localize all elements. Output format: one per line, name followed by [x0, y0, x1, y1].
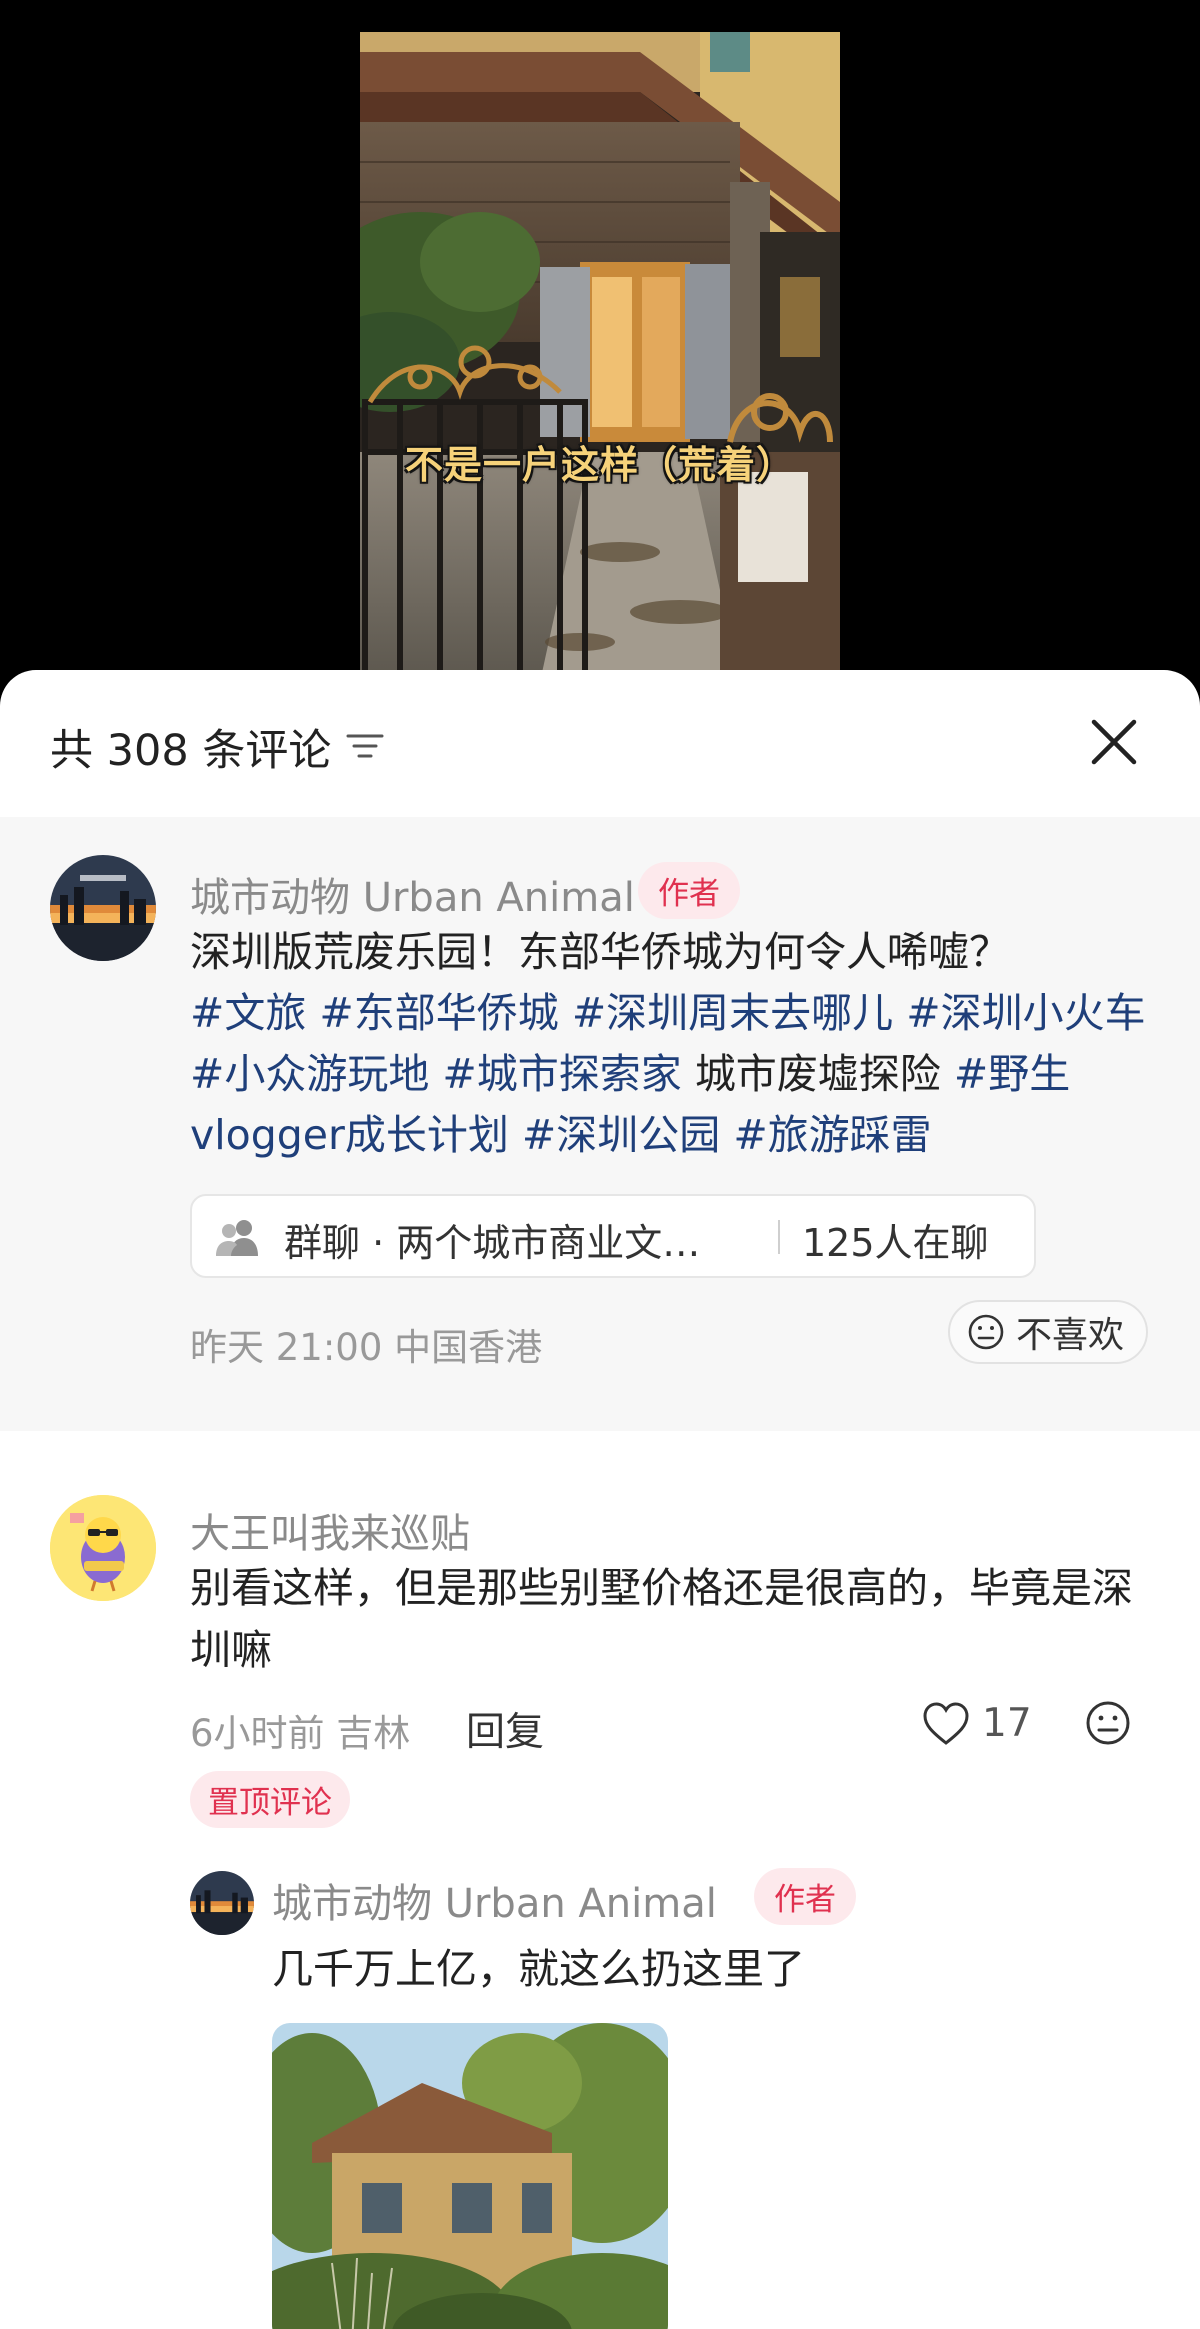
pinned-comment-badge: 置顶评论 [190, 1771, 350, 1828]
hashtag[interactable]: #城市探索家 [442, 1050, 681, 1098]
reply-button[interactable]: 回复 [466, 1701, 544, 1757]
avatar[interactable] [190, 1871, 254, 1935]
author-post: 城市动物 Urban Animal 作者 深圳版荒废乐园！东部华侨城为何令人唏嘘… [0, 817, 1200, 1431]
reply-text: 几千万上亿，就这么扔这里了 [272, 1945, 805, 1993]
reply-username[interactable]: 城市动物 Urban Animal [272, 1871, 717, 1929]
avatar[interactable] [50, 1495, 156, 1601]
divider [778, 1220, 780, 1254]
author-badge: 作者 [638, 862, 740, 919]
video-thumbnail-image [360, 32, 840, 682]
video-subtitle: 不是一户这样（荒着） [404, 443, 795, 487]
post-keyword: 城市废墟探险 [694, 1050, 941, 1098]
close-icon[interactable] [1088, 716, 1140, 768]
author-username[interactable]: 城市动物 Urban Animal [190, 865, 635, 923]
comment-text: 别看这样，但是那些别墅价格还是很高的，毕竟是深圳嘛 [190, 1564, 1133, 1674]
hashtag[interactable]: #深圳周末去哪儿 [572, 989, 893, 1037]
group-people-icon [216, 1220, 258, 1256]
meh-face-icon[interactable] [1084, 1699, 1132, 1747]
video-frame[interactable]: 不是一户这样（荒着） [360, 32, 840, 682]
hashtag[interactable]: #旅游踩雷 [733, 1111, 931, 1159]
post-title: 深圳版荒废乐园！东部华侨城为何令人唏嘘？ [190, 928, 1010, 976]
comment-sheet: 共 308 条评论 城市动物 Urban Animal 作者 深圳版荒废乐园！东… [0, 670, 1200, 2329]
meh-face-icon [968, 1314, 1004, 1350]
reply-photo[interactable] [272, 2023, 668, 2329]
group-chat-card[interactable]: 群聊 · 两个城市商业文… 125人在聊 [190, 1194, 1036, 1278]
comment-count: 共 308 条评论 [50, 726, 332, 776]
post-timestamp-location: 昨天 21:00 中国香港 [190, 1326, 543, 1369]
group-chat-name: 群聊 · 两个城市商业文… [284, 1221, 701, 1265]
heart-icon[interactable] [922, 1701, 970, 1747]
commenter-username[interactable]: 大王叫我来巡贴 [190, 1501, 470, 1559]
hashtag[interactable]: #深圳小火车 [906, 989, 1145, 1037]
dislike-button[interactable]: 不喜欢 [947, 1300, 1148, 1364]
hashtag[interactable]: #文旅 [190, 989, 306, 1037]
filter-lines-icon[interactable] [346, 730, 384, 762]
dislike-label: 不喜欢 [1015, 1315, 1124, 1356]
hashtag[interactable]: #深圳公园 [522, 1111, 720, 1159]
comment-timestamp-location: 6小时前 吉林 [190, 1712, 411, 1755]
comment-sheet-header: 共 308 条评论 [0, 670, 1200, 817]
hashtag[interactable]: #东部华侨城 [319, 989, 558, 1037]
group-chat-online-count: 125人在聊 [802, 1221, 989, 1265]
avatar[interactable] [50, 855, 156, 961]
comment-item: 大王叫我来巡贴 别看这样，但是那些别墅价格还是很高的，毕竟是深圳嘛 6小时前 吉… [0, 1431, 1200, 2329]
hashtag[interactable]: #小众游玩地 [190, 1050, 429, 1098]
like-count: 17 [982, 1701, 1032, 1746]
reply-image [272, 2023, 668, 2329]
video-player[interactable]: 不是一户这样（荒着） [0, 0, 1200, 700]
author-badge: 作者 [754, 1868, 856, 1925]
post-text: 深圳版荒废乐园！东部华侨城为何令人唏嘘？ #文旅 #东部华侨城 #深圳周末去哪儿… [190, 922, 1150, 1166]
